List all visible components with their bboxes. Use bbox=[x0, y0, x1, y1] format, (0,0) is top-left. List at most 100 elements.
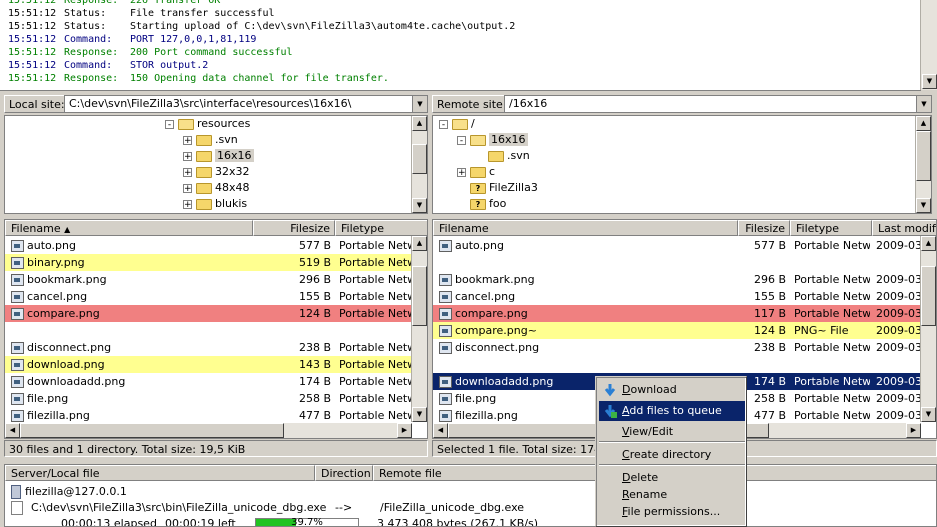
remote-directory-tree[interactable]: - / -16x16 .svn + c? FileZilla3? foo ▲ ▼ bbox=[432, 115, 932, 214]
tree-node[interactable]: .svn bbox=[475, 148, 530, 164]
scroll-down-button[interactable]: ▼ bbox=[412, 407, 427, 422]
tree-node[interactable]: - resources bbox=[165, 116, 250, 132]
file-row[interactable]: cancel.png 155 B Portable Network Graphic 2… bbox=[433, 288, 923, 305]
menu-item-download[interactable]: Download bbox=[599, 380, 745, 400]
file-row[interactable]: disconnect.png 238 B Portable Network Grap… bbox=[433, 339, 923, 356]
column-header-last-modified[interactable]: Last modified bbox=[872, 220, 936, 236]
column-header-server[interactable]: Server/Local file bbox=[5, 465, 315, 481]
scroll-thumb[interactable] bbox=[412, 144, 427, 174]
menu-item-view-edit[interactable]: View/Edit bbox=[599, 422, 745, 442]
scroll-right-button[interactable]: ▶ bbox=[397, 423, 412, 438]
column-header-filetype[interactable]: Filetype bbox=[790, 220, 872, 236]
scroll-down-button[interactable]: ▼ bbox=[412, 198, 427, 213]
context-menu[interactable]: Download Add files to queue View/Edit Creat… bbox=[595, 376, 747, 527]
tree-node[interactable]: +32x32 bbox=[183, 164, 250, 180]
file-row[interactable]: filezilla.png 477 B Portable Network Graph… bbox=[5, 407, 413, 424]
queue-file-row[interactable]: C:\dev\svn\FileZilla3\src\bin\FileZilla_… bbox=[11, 500, 931, 516]
column-header-filesize[interactable]: Filesize bbox=[738, 220, 790, 236]
scroll-down-button[interactable]: ▼ bbox=[916, 198, 931, 213]
scroll-down-button[interactable]: ▼ bbox=[922, 74, 937, 89]
expand-icon[interactable]: + bbox=[183, 199, 192, 209]
list-scrollbar[interactable]: ▲ ▼ bbox=[411, 236, 427, 422]
expand-icon[interactable]: + bbox=[457, 167, 466, 177]
tree-scrollbar[interactable]: ▲ ▼ bbox=[915, 116, 931, 213]
scroll-up-button[interactable]: ▲ bbox=[916, 116, 931, 131]
list-scrollbar[interactable]: ▲ ▼ bbox=[920, 236, 936, 422]
scroll-left-button[interactable]: ◀ bbox=[5, 423, 20, 438]
log-message: PORT 127,0,0,1,81,119 bbox=[130, 34, 257, 45]
file-name-cell: binary.png bbox=[11, 254, 251, 271]
menu-item-add-files-to-queue[interactable]: Add files to queue bbox=[599, 401, 745, 421]
remote-site-label: Remote site: bbox=[432, 95, 512, 113]
collapse-icon[interactable]: - bbox=[457, 135, 466, 145]
file-row[interactable] bbox=[433, 254, 923, 271]
tree-node[interactable]: - / bbox=[439, 116, 475, 132]
file-row[interactable]: auto.png 577 B Portable Network Graphic bbox=[5, 237, 413, 254]
column-header-filetype[interactable]: Filetype bbox=[335, 220, 427, 236]
tree-node[interactable]: + c bbox=[457, 164, 495, 180]
local-path-combo[interactable]: C:\dev\svn\FileZilla3\src\interface\reso… bbox=[64, 95, 428, 113]
file-row[interactable]: file.png 258 B Portable Network Graphic bbox=[5, 390, 413, 407]
scroll-thumb[interactable] bbox=[20, 423, 284, 438]
scroll-thumb[interactable] bbox=[412, 266, 427, 326]
chevron-down-icon[interactable]: ▼ bbox=[412, 96, 427, 112]
column-header-filesize[interactable]: Filesize bbox=[253, 220, 335, 236]
tree-node[interactable]: ? foo bbox=[457, 196, 506, 212]
menu-item-file-permissions[interactable]: File permissions... bbox=[599, 502, 745, 522]
scroll-thumb[interactable] bbox=[916, 131, 931, 181]
collapse-icon[interactable]: - bbox=[439, 119, 448, 129]
log-line: 15:51:12 Response: 200 Port command succes… bbox=[8, 46, 293, 59]
scroll-up-button[interactable]: ▲ bbox=[921, 236, 936, 251]
collapse-icon[interactable]: - bbox=[165, 119, 174, 129]
menu-item-label: File permissions... bbox=[622, 505, 721, 518]
expand-icon[interactable]: + bbox=[183, 167, 192, 177]
scroll-up-button[interactable]: ▲ bbox=[412, 116, 427, 131]
scroll-up-button[interactable]: ▲ bbox=[412, 236, 427, 251]
file-row[interactable]: disconnect.png 238 B Portable Network Grap… bbox=[5, 339, 413, 356]
column-header-filename[interactable]: Filename ▲ bbox=[5, 220, 253, 236]
file-name-cell: bookmark.png bbox=[439, 271, 736, 288]
file-row[interactable] bbox=[433, 356, 923, 373]
file-row[interactable]: compare.png~ 124 B PNG~ File 2009-03-14 bbox=[433, 322, 923, 339]
tree-node[interactable]: +16x16 bbox=[183, 148, 254, 164]
menu-item-create-directory[interactable]: Create directory bbox=[599, 445, 745, 465]
tree-node[interactable]: - 16x16 bbox=[457, 132, 528, 148]
message-log-scrollbar[interactable]: ▼ bbox=[920, 0, 937, 90]
file-row[interactable] bbox=[5, 322, 413, 339]
file-row[interactable]: download.png 143 B Portable Network Graphi… bbox=[5, 356, 413, 373]
file-row[interactable]: downloadadd.png 174 B Portable Network Gra… bbox=[5, 373, 413, 390]
column-header-direction[interactable]: Direction bbox=[315, 465, 373, 481]
tree-node[interactable]: ? FileZilla3 bbox=[457, 180, 538, 196]
scroll-down-button[interactable]: ▼ bbox=[921, 407, 936, 422]
local-directory-tree[interactable]: - resources + .svn +16x16 +32x32 +48x48 + blukis… bbox=[4, 115, 428, 214]
scroll-thumb[interactable] bbox=[921, 266, 936, 326]
scroll-right-button[interactable]: ▶ bbox=[906, 423, 921, 438]
tree-node[interactable]: +48x48 bbox=[183, 180, 250, 196]
column-header-filename[interactable]: Filename bbox=[433, 220, 738, 236]
horizontal-scrollbar[interactable]: ◀ ▶ bbox=[5, 423, 412, 438]
file-row[interactable]: bookmark.png 296 B Portable Network Graphi… bbox=[433, 271, 923, 288]
file-row[interactable]: bookmark.png 296 B Portable Network Graphi… bbox=[5, 271, 413, 288]
file-name: compare.png~ bbox=[455, 324, 537, 337]
file-row[interactable]: cancel.png 155 B Portable Network Graphic bbox=[5, 288, 413, 305]
file-row[interactable]: compare.png 124 B Portable Network Graphic bbox=[5, 305, 413, 322]
tree-node[interactable]: + .svn bbox=[183, 132, 238, 148]
transfer-queue[interactable]: Server/Local file Direction Remote file … bbox=[4, 464, 937, 527]
local-file-list[interactable]: Filename ▲ Filesize Filetype auto.png 577… bbox=[4, 219, 428, 439]
menu-item-label: Download bbox=[622, 383, 677, 396]
message-log[interactable]: 15:51:12 Response: 226 Transfer OK 15:51:12… bbox=[0, 0, 921, 91]
server-row[interactable]: filezilla@127.0.0.1 bbox=[11, 484, 127, 500]
expand-icon[interactable]: + bbox=[183, 183, 192, 193]
file-row[interactable]: binary.png 519 B Portable Network Graphic bbox=[5, 254, 413, 271]
file-row[interactable]: compare.png 117 B Portable Network Graphic… bbox=[433, 305, 923, 322]
remote-path-combo[interactable]: /16x16 ▼ bbox=[504, 95, 932, 113]
tree-scrollbar[interactable]: ▲ ▼ bbox=[411, 116, 427, 213]
scroll-left-button[interactable]: ◀ bbox=[433, 423, 448, 438]
expand-icon[interactable]: + bbox=[183, 151, 192, 161]
tree-node[interactable]: + blukis bbox=[183, 196, 247, 212]
file-row[interactable]: auto.png 577 B Portable Network Graphic 200… bbox=[433, 237, 923, 254]
chevron-down-icon[interactable]: ▼ bbox=[916, 96, 931, 112]
log-line: 15:51:12 Response: 150 Opening data channe… bbox=[8, 72, 389, 85]
expand-icon[interactable]: + bbox=[183, 135, 192, 145]
local-site-label: Local site: bbox=[4, 95, 70, 113]
